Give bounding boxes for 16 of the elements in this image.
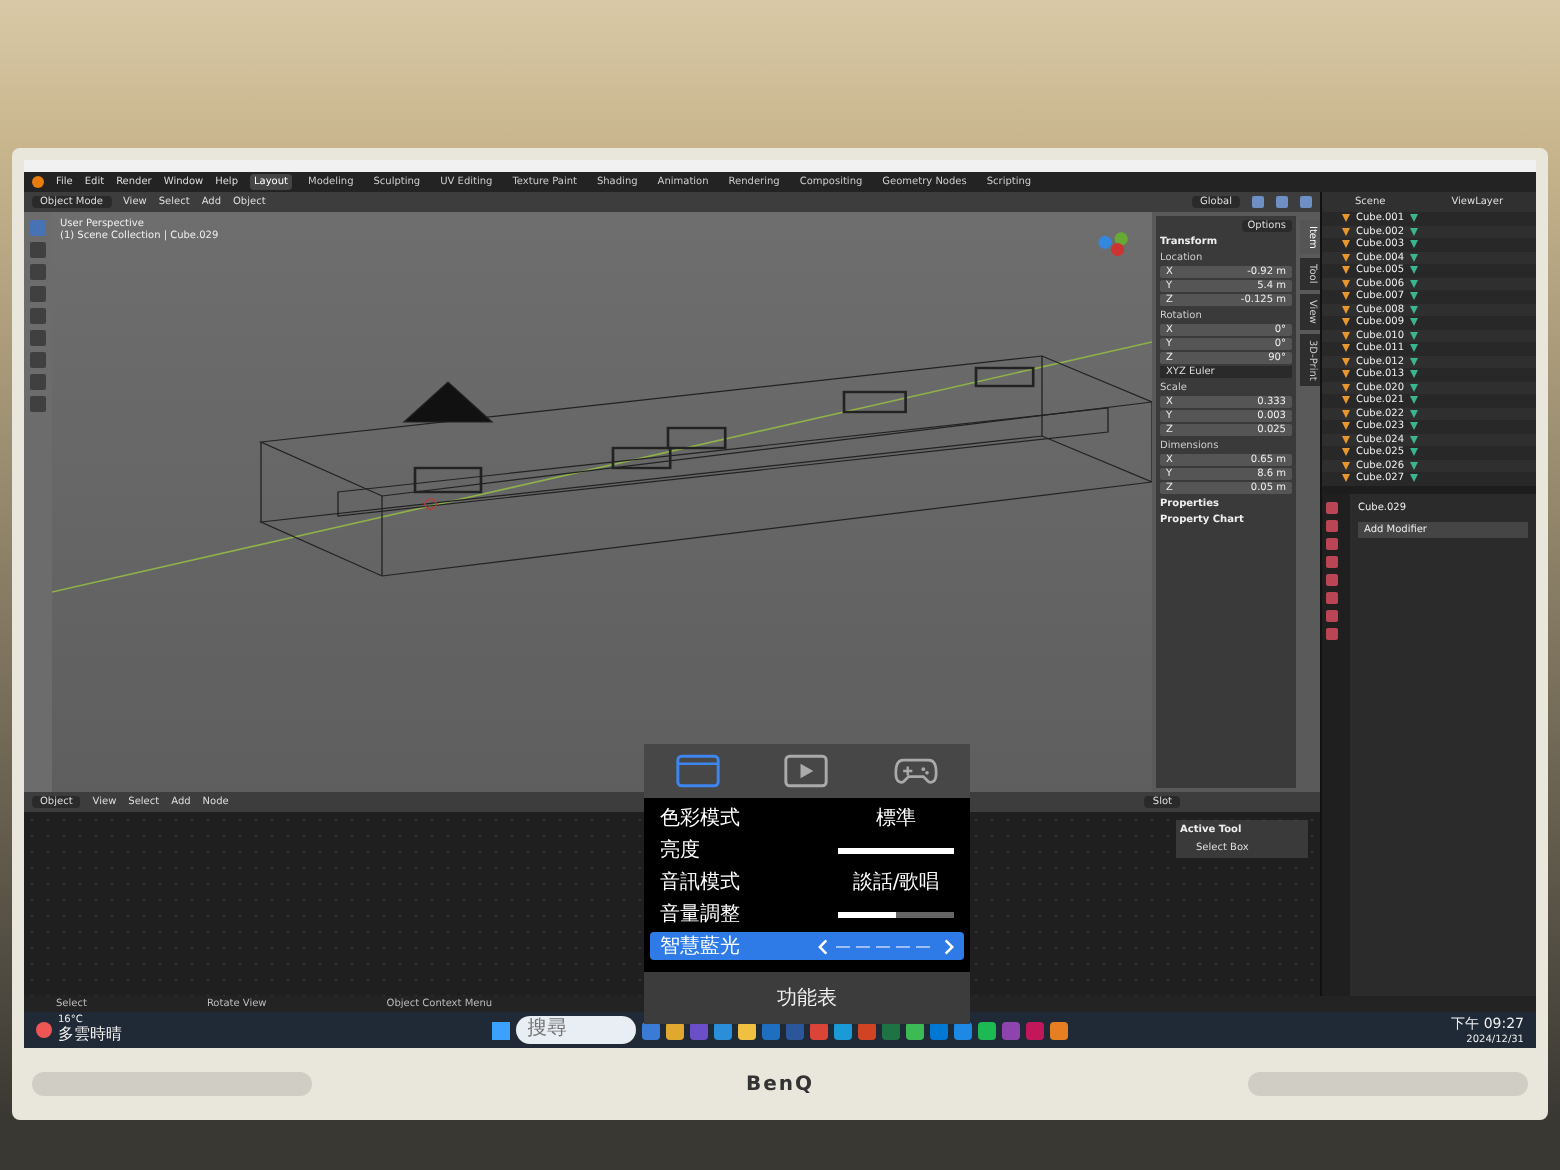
osd-menu-row[interactable]: 智慧藍光: [650, 932, 964, 960]
osd-menu-row[interactable]: 音量調整: [650, 900, 964, 928]
osd-menu-row[interactable]: 色彩模式 標準: [650, 804, 964, 832]
play-icon[interactable]: [784, 754, 829, 788]
monitor-icon[interactable]: [676, 754, 721, 788]
blender-logo-icon[interactable]: [32, 176, 44, 188]
weather-text: 多雲時晴: [58, 1027, 122, 1043]
osd-menu-row[interactable]: 亮度: [650, 836, 964, 864]
osd-footer-button[interactable]: 功能表: [644, 972, 970, 1024]
dashed-indicator: [836, 945, 936, 947]
search-field[interactable]: 搜尋: [515, 1016, 635, 1044]
brand-logo: BenQ: [745, 1073, 815, 1095]
start-icon[interactable]: [491, 1021, 509, 1039]
weather-icon[interactable]: [36, 1022, 52, 1038]
osd-menu-row[interactable]: 音訊模式 談話/歌唱: [650, 868, 964, 896]
gamepad-icon[interactable]: [893, 754, 938, 788]
